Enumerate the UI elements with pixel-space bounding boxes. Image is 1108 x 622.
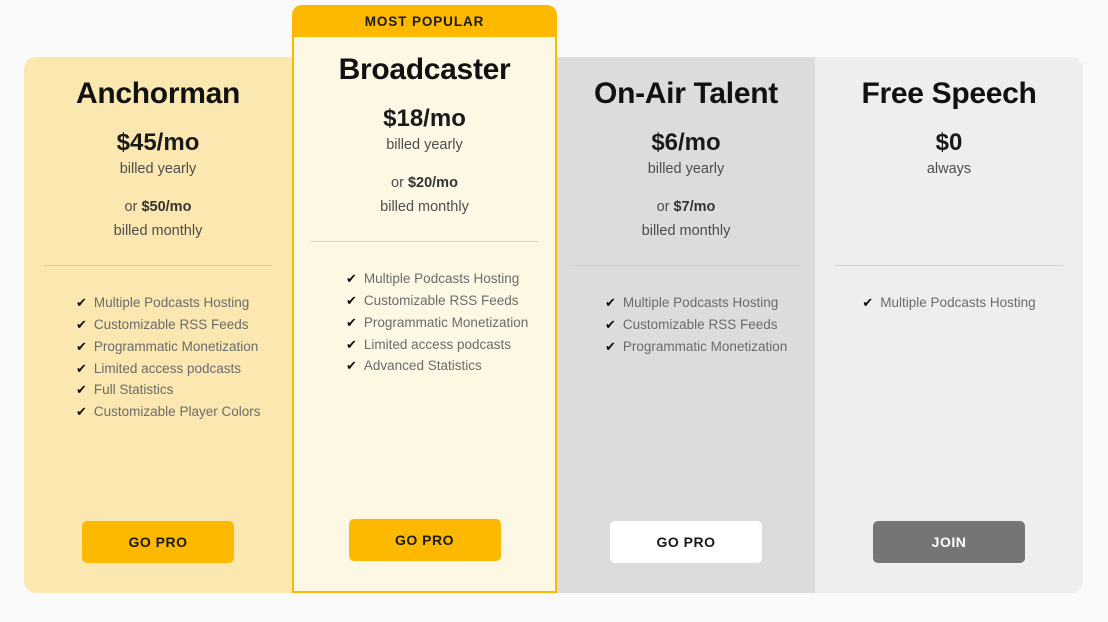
feature-item: ✔ Multiple Podcasts Hosting — [346, 268, 555, 290]
plan-name: Free Speech — [861, 77, 1037, 110]
check-icon: ✔ — [605, 294, 616, 310]
pricing-card-anchorman[interactable]: Anchorman $45/mo billed yearly or $50/mo… — [24, 57, 292, 593]
pricing-cards-row: Anchorman $45/mo billed yearly or $50/mo… — [24, 5, 1083, 593]
feature-label: Programmatic Monetization — [93, 338, 259, 354]
plan-alt-prefix: or — [656, 199, 674, 216]
check-icon: ✔ — [76, 382, 87, 398]
check-icon: ✔ — [346, 336, 357, 352]
check-icon: ✔ — [346, 270, 357, 286]
feature-label: Customizable RSS Feeds — [363, 292, 519, 308]
pricing-card-free-speech[interactable]: Free Speech $0 always ✔ Multiple Podcast… — [815, 57, 1083, 593]
feature-item: ✔ Multiple Podcasts Hosting — [815, 292, 1083, 314]
go-pro-button-broadcaster[interactable]: GO PRO — [348, 519, 501, 561]
feature-item: ✔ Customizable RSS Feeds — [346, 290, 555, 312]
plan-billing-period: billed yearly — [386, 137, 463, 154]
go-pro-button-anchorman[interactable]: GO PRO — [82, 521, 234, 563]
plan-price: $45/mo — [116, 129, 200, 156]
check-icon: ✔ — [76, 404, 87, 420]
feature-list: ✔ Multiple Podcasts Hosting ✔ Customizab… — [294, 268, 555, 377]
feature-item: ✔ Advanced Statistics — [346, 355, 555, 377]
plan-alt-billing-period: billed monthly — [641, 223, 731, 240]
feature-item: ✔ Customizable Player Colors — [76, 401, 292, 423]
cta-slot: GO PRO — [24, 521, 292, 563]
feature-list: ✔ Multiple Podcasts Hosting ✔ Customizab… — [557, 292, 815, 358]
check-icon: ✔ — [605, 338, 616, 354]
plan-alt-price: $7/mo — [673, 199, 716, 216]
check-icon: ✔ — [76, 316, 87, 332]
plan-price: $18/mo — [383, 105, 466, 132]
plan-billing-period: always — [926, 161, 972, 178]
feature-label: Multiple Podcasts Hosting — [622, 294, 779, 310]
plan-price: $0 — [935, 129, 963, 156]
feature-label: Programmatic Monetization — [622, 338, 788, 354]
feature-label: Advanced Statistics — [363, 358, 482, 374]
feature-label: Multiple Podcasts Hosting — [880, 294, 1036, 310]
pricing-card-on-air-talent[interactable]: On-Air Talent $6/mo billed yearly or $7/… — [557, 57, 815, 593]
check-icon: ✔ — [346, 292, 357, 308]
check-icon: ✔ — [76, 338, 87, 354]
feature-item: ✔ Multiple Podcasts Hosting — [605, 292, 815, 314]
check-icon: ✔ — [862, 294, 874, 310]
plan-name: On-Air Talent — [594, 77, 778, 110]
plan-alt-price-block: or $20/mo billed monthly — [380, 174, 469, 217]
check-icon: ✔ — [605, 316, 616, 332]
plan-alt-price: $50/mo — [141, 199, 192, 216]
feature-label: Multiple Podcasts Hosting — [363, 270, 520, 286]
plan-alt-price: $20/mo — [407, 175, 458, 192]
feature-label: Customizable RSS Feeds — [622, 316, 778, 332]
check-icon: ✔ — [76, 360, 87, 376]
card-divider — [44, 264, 272, 266]
plan-price: $6/mo — [651, 129, 721, 156]
plan-billing-period: billed yearly — [647, 161, 725, 178]
feature-item: ✔ Customizable RSS Feeds — [76, 314, 292, 336]
feature-item: ✔ Programmatic Monetization — [346, 312, 555, 334]
feature-list: ✔ Multiple Podcasts Hosting ✔ Customizab… — [24, 292, 292, 423]
feature-label: Limited access podcasts — [363, 336, 511, 352]
card-divider — [835, 264, 1063, 266]
plan-alt-price-block: or $7/mo billed monthly — [642, 198, 731, 241]
check-icon: ✔ — [346, 358, 357, 374]
cta-slot: GO PRO — [294, 519, 555, 561]
feature-item: ✔ Programmatic Monetization — [76, 336, 292, 358]
feature-item: ✔ Full Statistics — [76, 379, 292, 401]
plan-billing-period: billed yearly — [119, 161, 197, 178]
check-icon: ✔ — [346, 314, 357, 330]
plan-name: Anchorman — [76, 77, 240, 110]
go-pro-button-on-air-talent[interactable]: GO PRO — [610, 521, 762, 563]
feature-item: ✔ Multiple Podcasts Hosting — [76, 292, 292, 314]
feature-label: Programmatic Monetization — [363, 314, 529, 330]
join-button-free-speech[interactable]: JOIN — [873, 521, 1025, 563]
feature-list: ✔ Multiple Podcasts Hosting — [815, 292, 1083, 314]
plan-alt-billing-period: billed monthly — [380, 199, 469, 216]
pricing-card-broadcaster[interactable]: MOST POPULAR Broadcaster $18/mo billed y… — [292, 5, 557, 593]
card-divider — [572, 264, 800, 266]
feature-label: Full Statistics — [93, 382, 174, 398]
feature-label: Limited access podcasts — [93, 360, 241, 376]
plan-name: Broadcaster — [338, 53, 511, 86]
card-divider — [310, 240, 539, 242]
feature-item: ✔ Programmatic Monetization — [605, 336, 815, 358]
most-popular-badge: MOST POPULAR — [292, 5, 557, 37]
cta-slot: GO PRO — [557, 521, 815, 563]
plan-alt-prefix: or — [124, 199, 142, 216]
check-icon: ✔ — [76, 294, 87, 310]
pricing-table: Anchorman $45/mo billed yearly or $50/mo… — [0, 0, 1108, 622]
plan-alt-price-block: or $50/mo billed monthly — [114, 198, 203, 241]
feature-label: Multiple Podcasts Hosting — [93, 294, 250, 310]
feature-item: ✔ Customizable RSS Feeds — [605, 314, 815, 336]
cta-slot: JOIN — [815, 521, 1083, 563]
plan-alt-billing-period: billed monthly — [113, 223, 203, 240]
feature-label: Customizable RSS Feeds — [93, 316, 249, 332]
feature-label: Customizable Player Colors — [93, 404, 261, 420]
plan-alt-prefix: or — [391, 175, 408, 192]
feature-item: ✔ Limited access podcasts — [76, 358, 292, 380]
feature-item: ✔ Limited access podcasts — [346, 334, 555, 356]
